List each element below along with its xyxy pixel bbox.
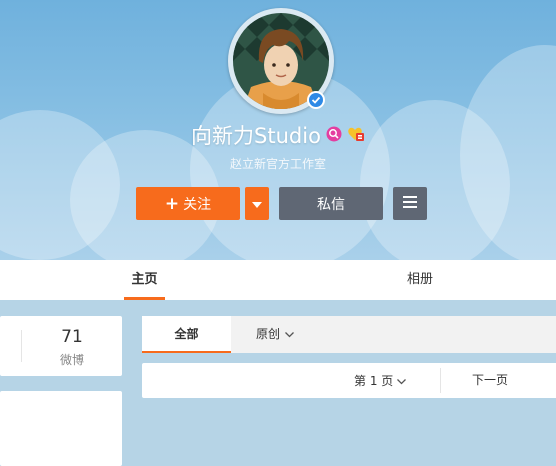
follow-button[interactable]: + 关注 bbox=[136, 187, 240, 220]
follow-dropdown-button[interactable] bbox=[245, 187, 269, 220]
chevron-down-icon bbox=[285, 316, 294, 353]
vip-icon[interactable] bbox=[326, 123, 342, 147]
chevron-down-icon bbox=[397, 374, 407, 388]
profile-tabs: 主页 相册 bbox=[0, 260, 556, 300]
next-page-button[interactable]: 下一页 bbox=[472, 363, 508, 398]
profile-cover: 向新力Studio 赵立新官方工作室 + 关注 私信 bbox=[0, 0, 556, 260]
caret-down-icon bbox=[252, 196, 262, 212]
message-button[interactable]: 私信 bbox=[279, 187, 383, 220]
profile-name: 向新力Studio bbox=[191, 124, 321, 148]
filter-all-tab[interactable]: 全部 bbox=[142, 316, 231, 353]
filter-original-dropdown[interactable]: 原创 bbox=[256, 316, 294, 353]
message-label: 私信 bbox=[317, 196, 345, 213]
verified-badge-icon bbox=[306, 90, 326, 110]
sidebar-card bbox=[0, 391, 122, 466]
profile-description: 赵立新官方工作室 bbox=[229, 157, 326, 171]
pager-divider bbox=[440, 368, 441, 393]
page-select-label: 第 1 页 bbox=[354, 374, 394, 388]
page-select[interactable]: 第 1 页 bbox=[354, 363, 407, 398]
tab-home[interactable]: 主页 bbox=[124, 260, 165, 300]
heart-badge-icon[interactable] bbox=[347, 123, 365, 147]
menu-icon bbox=[403, 195, 417, 212]
profile-name-row: 向新力Studio bbox=[0, 120, 556, 150]
pagination-bar: 第 1 页 下一页 bbox=[142, 363, 556, 398]
tab-album[interactable]: 相册 bbox=[398, 260, 442, 300]
active-tab-indicator bbox=[124, 297, 165, 300]
filter-original-label: 原创 bbox=[256, 327, 281, 341]
feed-filter-bar: 全部 原创 bbox=[142, 316, 556, 353]
weibo-label[interactable]: 微博 bbox=[22, 351, 122, 368]
more-menu-button[interactable] bbox=[393, 187, 427, 220]
weibo-count[interactable]: 71 bbox=[22, 327, 122, 347]
stats-card: 71 微博 bbox=[0, 316, 122, 376]
avatar[interactable] bbox=[228, 8, 334, 114]
follow-label: 关注 bbox=[183, 196, 212, 213]
plus-icon: + bbox=[164, 193, 180, 214]
